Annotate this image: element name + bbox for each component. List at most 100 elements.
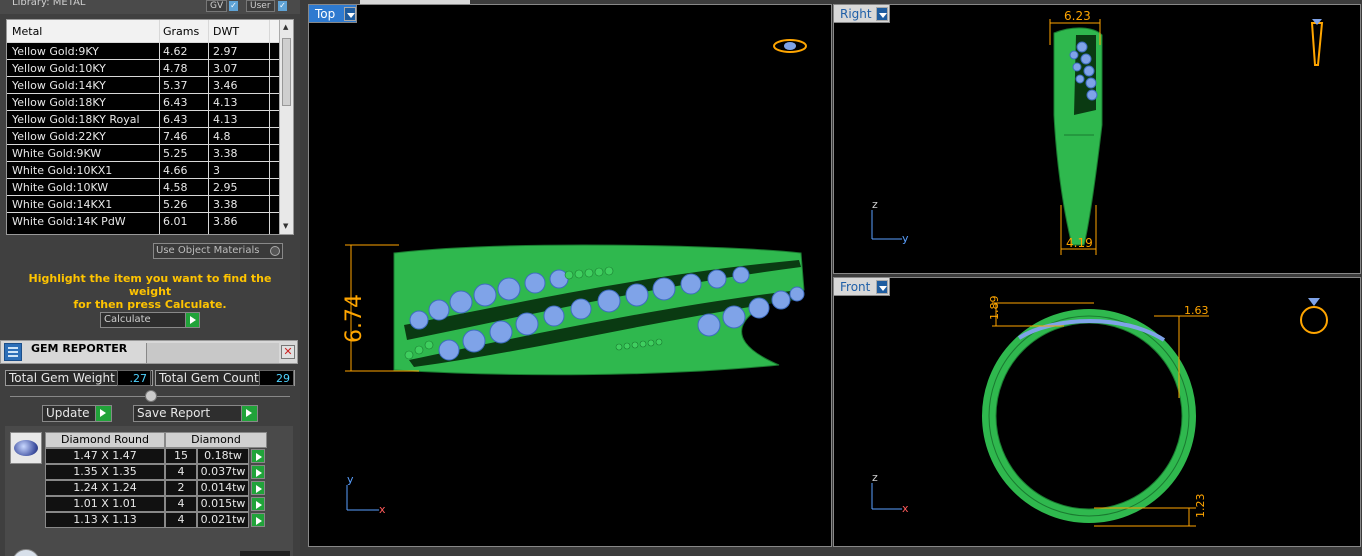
right-view-label[interactable]: Right bbox=[834, 5, 890, 23]
cell-dwt: 4.13 bbox=[213, 113, 238, 126]
gem-cell-size: 1.01 X 1.01 bbox=[45, 496, 165, 512]
cell-dwt: 4.8 bbox=[213, 130, 231, 143]
gem-cell-weight: 0.037tw bbox=[197, 464, 249, 480]
cell-grams: 4.78 bbox=[163, 62, 188, 75]
table-row[interactable]: White Gold:10KW 4.58 2.95 bbox=[7, 178, 279, 195]
axis-y-label: y bbox=[902, 232, 909, 245]
cell-metal: White Gold:9KW bbox=[12, 147, 102, 160]
table-row[interactable]: Yellow Gold:10KY 4.78 3.07 bbox=[7, 59, 279, 76]
gem-reporter-title: GEM REPORTER bbox=[31, 342, 128, 355]
gem-cell-count: 4 bbox=[165, 464, 197, 480]
play-icon[interactable] bbox=[251, 449, 265, 463]
right-viewport[interactable]: 6.23 4.19 z y Right bbox=[833, 4, 1361, 274]
top-view-label[interactable]: Top bbox=[309, 5, 357, 23]
table-row[interactable]: Yellow Gold:18KY 6.43 4.13 bbox=[7, 93, 279, 110]
cell-metal: White Gold:14K PdW bbox=[12, 215, 126, 228]
library-title: Library: METAL bbox=[12, 0, 86, 8]
metal-table-scrollbar[interactable]: ▲ ▼ bbox=[279, 20, 293, 234]
cell-metal: Yellow Gold:18KY bbox=[12, 96, 106, 109]
table-row[interactable]: Yellow Gold:14KY 5.37 3.46 bbox=[7, 76, 279, 93]
play-icon[interactable] bbox=[251, 481, 265, 495]
column-divider bbox=[159, 20, 160, 234]
chevron-down-icon[interactable] bbox=[876, 280, 888, 294]
cell-grams: 6.01 bbox=[163, 215, 188, 228]
cell-grams: 5.37 bbox=[163, 79, 188, 92]
header-dwt[interactable]: DWT bbox=[213, 25, 239, 38]
top-view-canvas[interactable]: 6.74 y x bbox=[309, 5, 832, 547]
front-view-label-text: Front bbox=[840, 280, 871, 294]
play-icon[interactable] bbox=[251, 465, 265, 479]
front-dimension-left: 1.89 bbox=[988, 296, 1001, 321]
front-dimension-right: 1.63 bbox=[1184, 304, 1209, 317]
gem-cell-count: 4 bbox=[165, 496, 197, 512]
header-grams[interactable]: Grams bbox=[163, 25, 199, 38]
diamond-round-thumbnail[interactable] bbox=[10, 432, 42, 464]
front-view-canvas: 1.89 1.63 1.23 z x bbox=[871, 296, 1328, 527]
gem-row[interactable]: 1.47 X 1.47 15 0.18tw bbox=[45, 448, 267, 464]
cell-grams: 7.46 bbox=[163, 130, 188, 143]
right-dimension-top: 6.23 bbox=[1064, 9, 1091, 23]
front-viewport[interactable]: 1.89 1.63 1.23 z x Front bbox=[833, 277, 1361, 547]
cell-metal: White Gold:10KX1 bbox=[12, 164, 113, 177]
splitter-handle[interactable] bbox=[145, 390, 157, 402]
table-row[interactable]: White Gold:9KW 5.25 3.38 bbox=[7, 144, 279, 161]
table-row[interactable]: Yellow Gold:22KY 7.46 4.8 bbox=[7, 127, 279, 144]
table-row[interactable]: Yellow Gold:9KY 4.62 2.97 bbox=[7, 42, 279, 59]
table-row[interactable]: White Gold:14K PdW 6.01 3.86 bbox=[7, 212, 279, 229]
play-icon bbox=[185, 313, 199, 327]
table-row[interactable]: White Gold:14KX1 5.26 3.38 bbox=[7, 195, 279, 212]
use-object-materials-radio[interactable] bbox=[270, 246, 280, 256]
scroll-down-arrow-icon[interactable]: ▼ bbox=[283, 222, 288, 230]
chevron-down-icon[interactable] bbox=[876, 7, 888, 21]
scroll-up-arrow-icon[interactable]: ▲ bbox=[283, 23, 288, 31]
table-row[interactable]: White Gold:10KX1 4.66 3 bbox=[7, 161, 279, 178]
user-toggle[interactable]: User bbox=[246, 0, 275, 12]
axis-z-label: z bbox=[872, 471, 878, 484]
chevron-down-icon[interactable] bbox=[344, 7, 356, 21]
ring-side-view bbox=[393, 244, 805, 376]
top-viewport[interactable]: 6.74 y x Top bbox=[308, 4, 832, 547]
axis-x-label: x bbox=[379, 503, 386, 516]
gem-row[interactable]: 1.13 X 1.13 4 0.021tw bbox=[45, 512, 267, 528]
right-view-label-text: Right bbox=[840, 7, 872, 21]
gv-check-icon[interactable]: ✓ bbox=[229, 1, 238, 11]
gem-row[interactable]: 1.35 X 1.35 4 0.037tw bbox=[45, 464, 267, 480]
front-dimension-bottom: 1.23 bbox=[1194, 494, 1207, 519]
scroll-thumb[interactable] bbox=[282, 38, 291, 106]
gem-reporter-icon bbox=[4, 343, 22, 361]
top-dimension-label: 6.74 bbox=[342, 294, 367, 343]
axis-y-label: y bbox=[347, 473, 354, 486]
play-icon[interactable] bbox=[251, 497, 265, 511]
calculate-button[interactable]: Calculate bbox=[100, 312, 200, 328]
gv-toggle[interactable]: GV bbox=[206, 0, 228, 12]
gem-cell-size: 1.35 X 1.35 bbox=[45, 464, 165, 480]
header-metal[interactable]: Metal bbox=[12, 25, 42, 38]
axis-indicator: z x bbox=[871, 471, 909, 515]
front-view-label[interactable]: Front bbox=[834, 278, 890, 296]
play-icon bbox=[95, 406, 111, 421]
gem-row[interactable]: 1.24 X 1.24 2 0.014tw bbox=[45, 480, 267, 496]
cell-grams: 4.62 bbox=[163, 45, 188, 58]
gem-reporter-panel: GEM REPORTER ✕ Total Gem Weight .27 Tota… bbox=[0, 340, 300, 556]
cell-metal: Yellow Gold:18KY Royal bbox=[12, 113, 140, 126]
play-icon[interactable] bbox=[251, 513, 265, 527]
table-row[interactable]: Yellow Gold:18KY Royal 6.43 4.13 bbox=[7, 110, 279, 127]
cell-metal: Yellow Gold:14KY bbox=[12, 79, 106, 92]
play-icon bbox=[241, 406, 257, 421]
user-check-icon[interactable]: ✓ bbox=[278, 1, 287, 11]
gem-row[interactable]: 1.01 X 1.01 4 0.015tw bbox=[45, 496, 267, 512]
gem-cell-count: 2 bbox=[165, 480, 197, 496]
save-report-button[interactable]: Save Report bbox=[133, 405, 258, 422]
top-view-label-text: Top bbox=[315, 7, 336, 21]
right-view-canvas: 6.23 4.19 z y bbox=[871, 9, 1324, 255]
cell-grams: 5.26 bbox=[163, 198, 188, 211]
metal-table-header: Metal Grams DWT bbox=[7, 20, 279, 42]
total-gem-weight-value: .27 bbox=[117, 370, 151, 386]
close-icon[interactable]: ✕ bbox=[281, 345, 295, 359]
gem-cell-count: 4 bbox=[165, 512, 197, 528]
axis-x-label: x bbox=[902, 502, 909, 515]
update-button[interactable]: Update bbox=[42, 405, 112, 422]
cell-metal: Yellow Gold:22KY bbox=[12, 130, 106, 143]
cell-dwt: 4.13 bbox=[213, 96, 238, 109]
use-object-materials-option[interactable]: Use Object Materials bbox=[153, 243, 283, 259]
